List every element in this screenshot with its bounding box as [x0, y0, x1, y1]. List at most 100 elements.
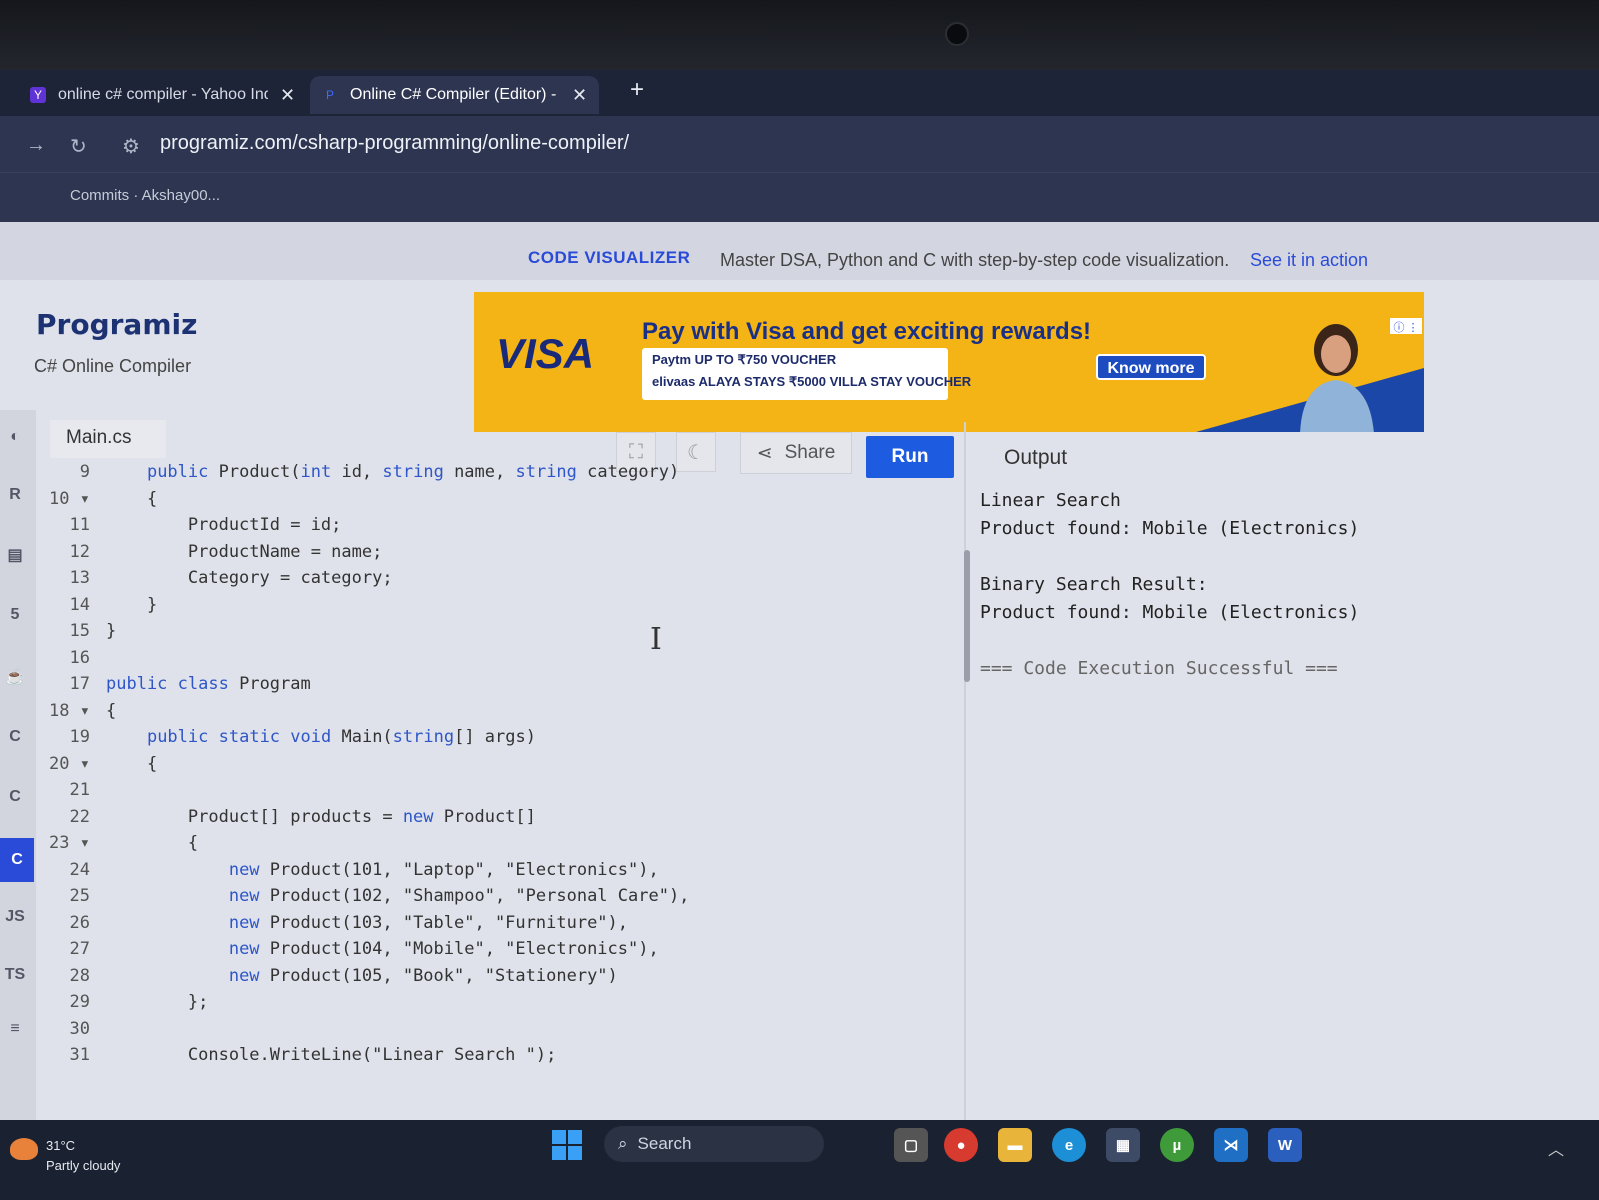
utorrent-icon[interactable]: µ — [1160, 1128, 1194, 1162]
js-icon[interactable]: JS — [2, 904, 28, 930]
r-icon[interactable]: R — [2, 482, 28, 508]
word-icon[interactable]: W — [1268, 1128, 1302, 1162]
file-tab[interactable]: Main.cs — [50, 420, 166, 458]
bookmarks-bar: Commits · Akshay00... — [0, 172, 1599, 222]
new-tab-button[interactable]: + — [630, 76, 644, 104]
line-number: 25 — [69, 886, 90, 906]
tab-programiz[interactable]: P Online C# Compiler (Editor) - P ✕ — [310, 76, 600, 114]
c-icon[interactable]: C — [2, 724, 28, 750]
page-title: C# Online Compiler — [34, 356, 192, 376]
code-line[interactable]: 9 public Product(int id, string name, st… — [36, 462, 680, 488]
close-icon[interactable]: ✕ — [280, 85, 295, 106]
code-line[interactable]: 21 — [36, 780, 106, 806]
close-icon[interactable]: ✕ — [572, 85, 587, 106]
weather-icon — [10, 1138, 38, 1160]
promo-link[interactable]: See it in action — [1250, 250, 1368, 271]
edge-icon[interactable]: e — [1052, 1128, 1086, 1162]
ad-know-more-button[interactable]: Know more — [1096, 354, 1206, 380]
bookmark-item[interactable]: Commits · Akshay00... — [70, 187, 220, 204]
search-icon: ⌕ — [618, 1134, 628, 1153]
chevron-up-icon[interactable]: ︿ — [1548, 1136, 1564, 1160]
reload-icon[interactable]: ↻ — [70, 134, 87, 159]
code-line[interactable]: 23 ▾ { — [36, 833, 198, 859]
output-label: Output — [1004, 446, 1068, 469]
line-code: ProductId = id; — [106, 515, 342, 535]
ts-icon[interactable]: TS — [2, 962, 28, 988]
line-code: ProductName = name; — [106, 541, 383, 562]
tab-bar: Y online c# compiler - Yahoo Ind ✕ P Onl… — [0, 70, 1599, 116]
file-explorer-icon[interactable]: ▬ — [998, 1128, 1032, 1162]
line-code: public Product(int id, string name, stri… — [146, 462, 680, 482]
line-code: { — [106, 700, 117, 721]
code-line[interactable]: 28 new Product(105, "Book", "Stationery"… — [36, 966, 618, 992]
python-icon[interactable]: ◐ — [2, 424, 28, 450]
taskbar-search[interactable]: ⌕ Search — [604, 1126, 824, 1162]
url-field[interactable]: programiz.com/csharp-programming/online-… — [160, 132, 629, 155]
pane-divider[interactable] — [964, 422, 966, 1122]
code-line[interactable]: 13 Category = category; — [36, 568, 393, 594]
forward-icon[interactable]: → — [26, 134, 46, 157]
line-number: 30 — [69, 1018, 90, 1039]
code-line[interactable]: 20 ▾ { — [36, 754, 157, 780]
code-line[interactable]: 26 new Product(103, "Table", "Furniture"… — [36, 912, 629, 939]
code-line[interactable]: 14 } — [36, 594, 158, 621]
code-editor[interactable]: 9 public Product(int id, string name, st… — [36, 458, 964, 1120]
line-number: 11 — [69, 515, 90, 535]
go-icon[interactable]: ≡ — [2, 1016, 28, 1042]
code-line[interactable]: 16 — [36, 648, 106, 674]
code-line[interactable]: 17 public class Program — [36, 674, 311, 700]
code-line[interactable]: 15} — [36, 621, 117, 647]
ad-info-icon[interactable]: ⓘ ⋮ — [1390, 318, 1422, 334]
output-line: Product found: Mobile (Electronics) — [980, 602, 1360, 623]
address-bar: → ↻ ⚙ programiz.com/csharp-programming/o… — [0, 116, 1599, 172]
sql-icon[interactable]: ▤ — [2, 542, 28, 568]
code-line[interactable]: 19 public static void Main(string[] args… — [36, 727, 536, 753]
store-icon[interactable]: ▦ — [1106, 1128, 1140, 1162]
code-line[interactable]: 24 new Product(101, "Laptop", "Electroni… — [36, 860, 659, 886]
code-line[interactable]: 29 }; — [36, 992, 209, 1018]
windows-start-icon[interactable] — [552, 1130, 582, 1160]
output-scrollbar[interactable] — [964, 550, 970, 682]
promo-banner: CODE VISUALIZER Master DSA, Python and C… — [0, 222, 1599, 280]
weather-widget[interactable]: 31°C Partly cloudy — [46, 1136, 120, 1176]
html-icon[interactable]: 5 — [2, 602, 28, 628]
code-line[interactable]: 12 ProductName = name; — [36, 541, 383, 568]
task-view-icon[interactable]: ▢ — [894, 1128, 928, 1162]
csharp-icon[interactable]: C — [0, 838, 34, 882]
code-line[interactable]: 18 ▾ { — [36, 701, 116, 727]
programiz-logo[interactable]: Programiz — [36, 308, 197, 341]
line-number: 22 — [69, 806, 90, 827]
code-line[interactable]: 30 — [36, 1019, 106, 1045]
line-code: }; — [106, 992, 209, 1012]
code-line[interactable]: 22 Product[] products = new Product[] — [36, 807, 536, 833]
programiz-icon: P — [325, 88, 334, 102]
line-number: 23 ▾ — [49, 833, 90, 853]
line-code: } — [106, 594, 158, 615]
screen-bezel — [0, 0, 1599, 70]
code-line[interactable]: 31 Console.WriteLine("Linear Search "); — [36, 1045, 557, 1071]
tab-yahoo[interactable]: Y online c# compiler - Yahoo Ind ✕ — [18, 76, 307, 114]
code-line[interactable]: 11 ProductId = id; — [36, 515, 342, 541]
weather-temp: 31°C — [46, 1138, 76, 1153]
line-code: new Product(104, "Mobile", "Electronics"… — [228, 939, 659, 959]
site-settings-icon[interactable]: ⚙ — [122, 134, 140, 159]
code-line[interactable]: 25 new Product(102, "Shampoo", "Personal… — [36, 886, 690, 912]
line-code: new Product(103, "Table", "Furniture"), — [228, 912, 629, 933]
cpp-icon[interactable]: C — [2, 784, 28, 810]
chrome-icon[interactable]: ● — [944, 1128, 978, 1162]
line-code: new Product(102, "Shampoo", "Personal Ca… — [228, 886, 690, 906]
code-line[interactable]: 10 ▾ { — [36, 489, 157, 515]
java-icon[interactable]: ☕ — [2, 664, 28, 690]
promo-text: Master DSA, Python and C with step-by-st… — [720, 250, 1230, 270]
line-code: public class Program — [106, 674, 311, 694]
line-code: new Product(105, "Book", "Stationery") — [228, 965, 618, 986]
code-line[interactable]: 27 new Product(104, "Mobile", "Electroni… — [36, 939, 659, 965]
vscode-icon[interactable]: ⋊ — [1214, 1128, 1248, 1162]
tab-title: online c# compiler - Yahoo Ind — [58, 86, 268, 103]
ad-person-image — [1300, 324, 1374, 432]
yahoo-icon: Y — [30, 87, 46, 103]
line-code: { — [106, 753, 158, 774]
line-code: { — [106, 833, 199, 853]
output-line: === Code Execution Successful === — [980, 658, 1338, 679]
visa-advertisement[interactable]: VISA Pay with Visa and get exciting rewa… — [474, 292, 1424, 432]
